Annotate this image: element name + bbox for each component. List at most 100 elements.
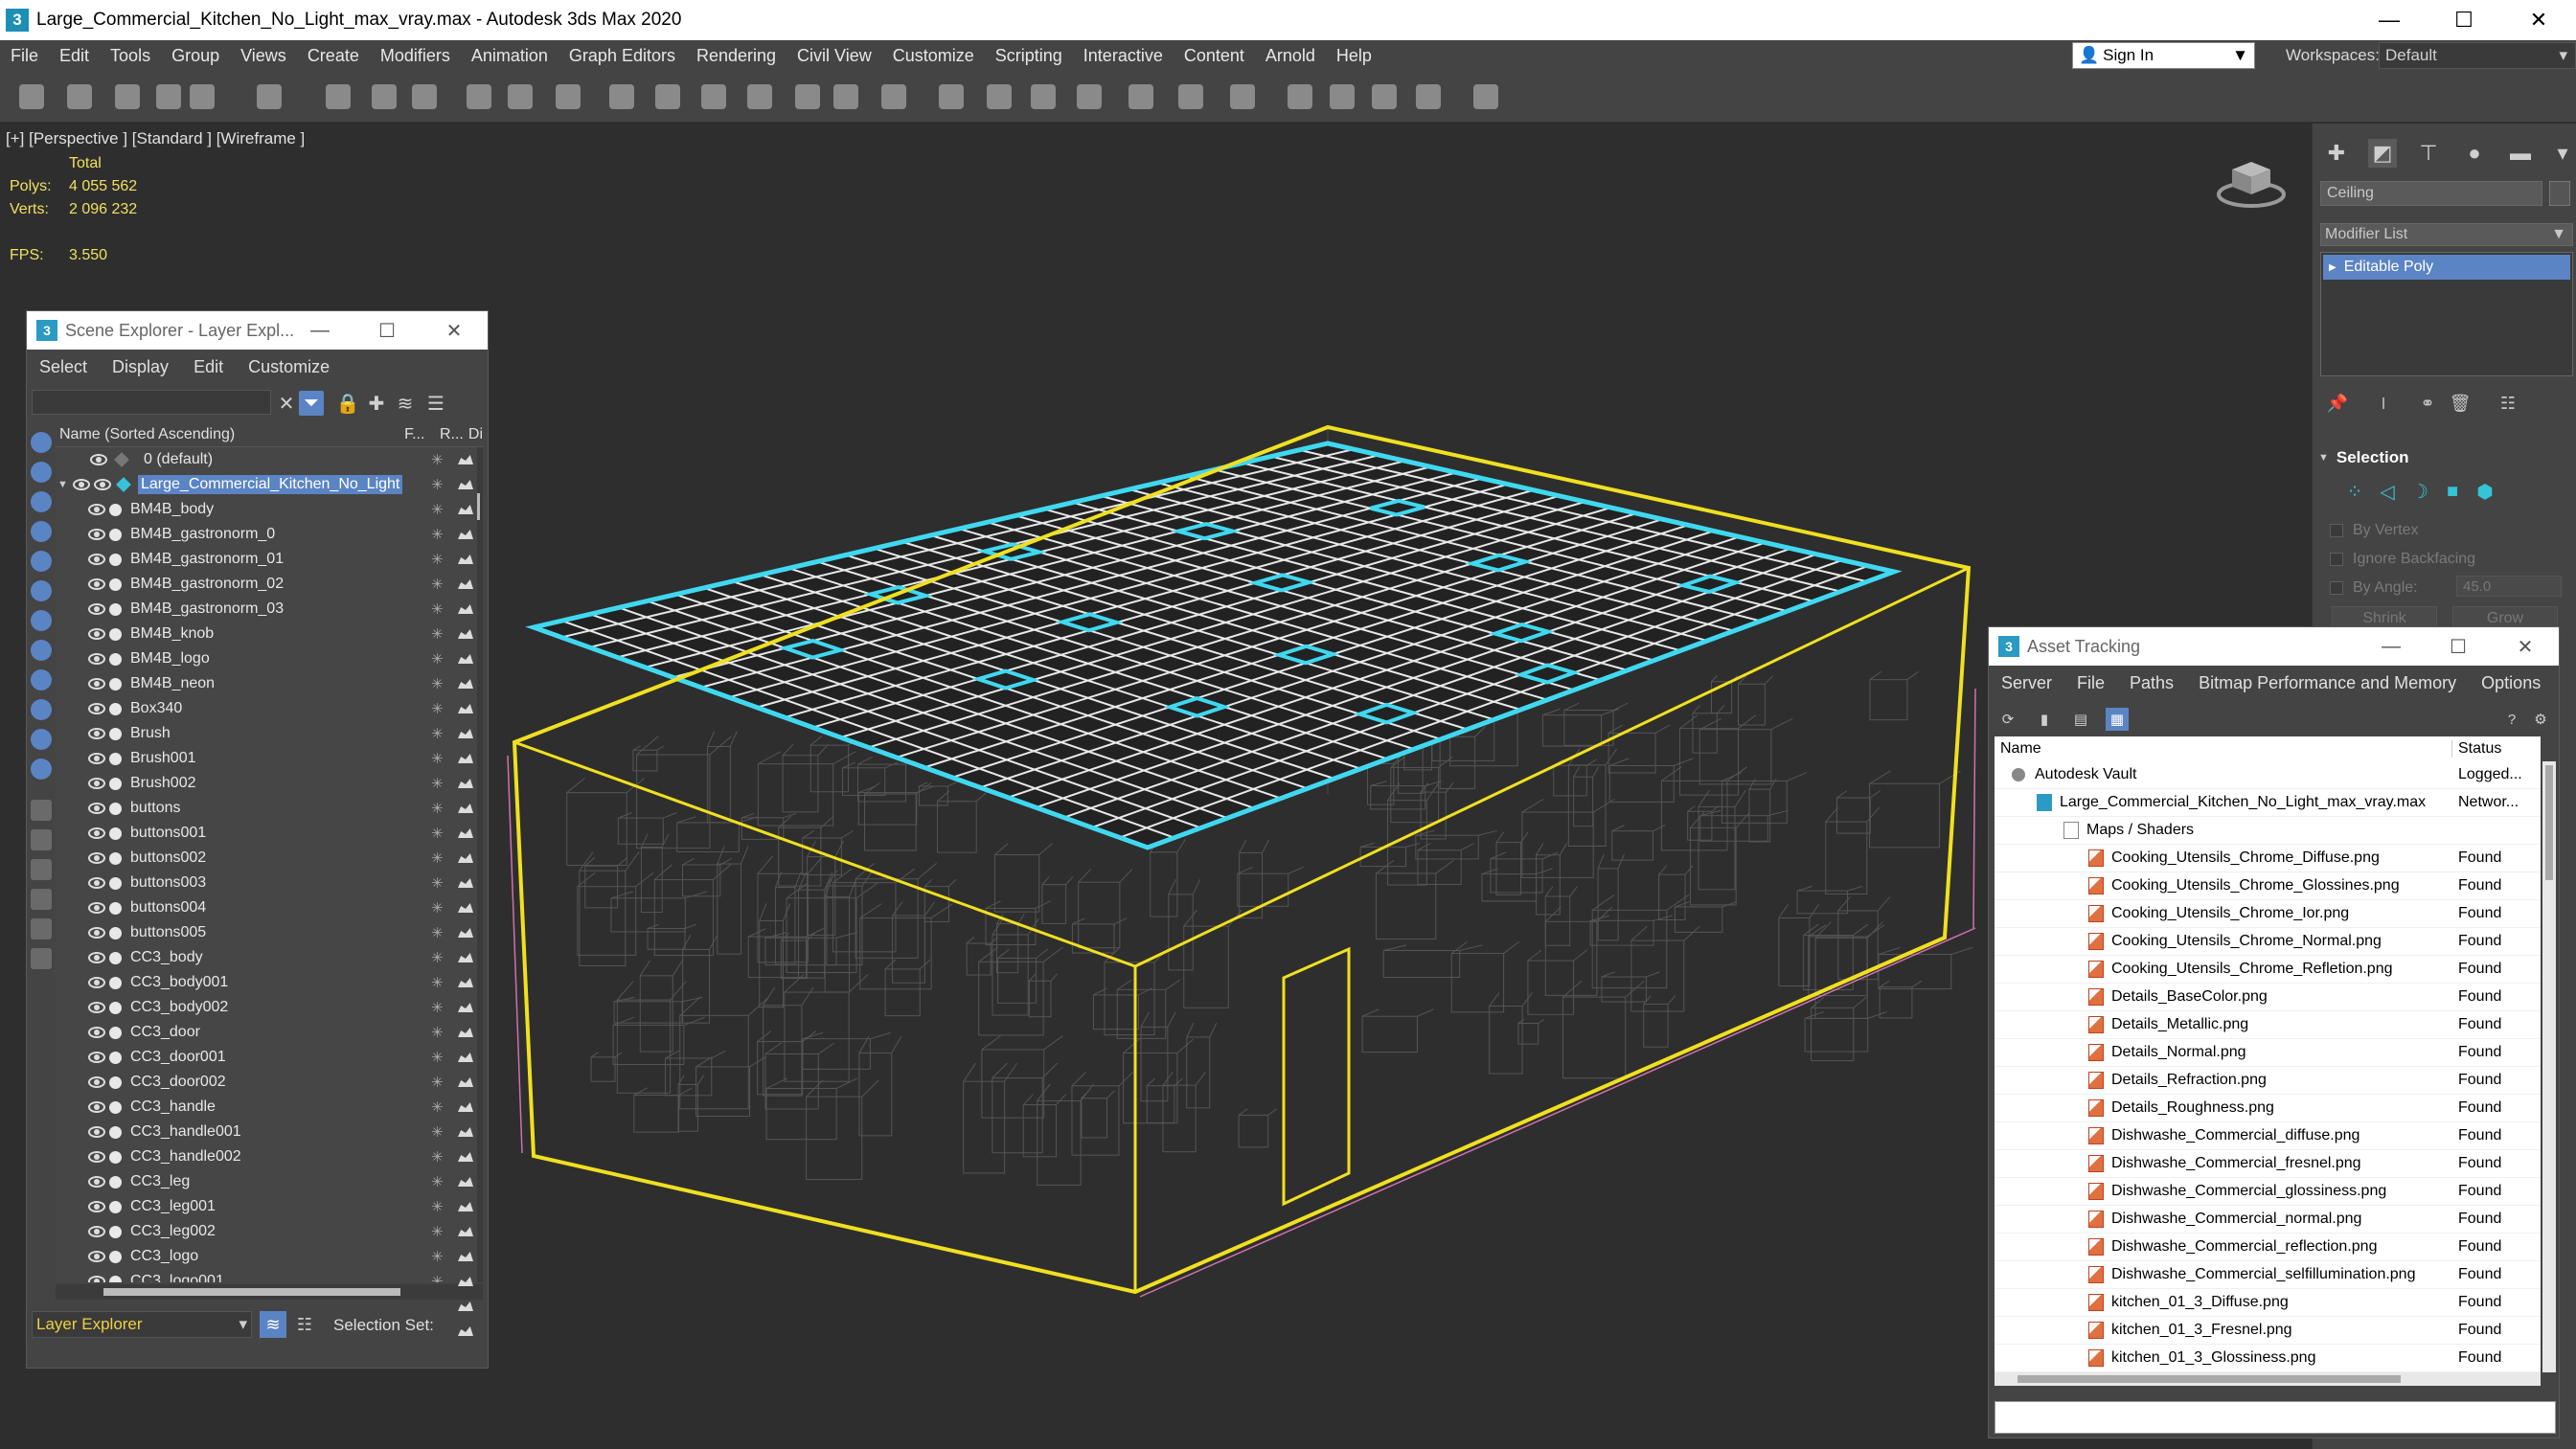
layer-tree-row[interactable]: buttons001 ✳ — [56, 821, 454, 846]
menu-interactive[interactable]: Interactive — [1073, 46, 1174, 66]
menu-arnold[interactable]: Arnold — [1255, 46, 1326, 66]
asset-row[interactable]: kitchen_01_3_Glossiness.png Found — [1995, 1345, 2541, 1372]
border-level-icon[interactable]: ☽ — [2408, 480, 2431, 503]
visibility-eye-icon[interactable] — [88, 1076, 105, 1088]
renderable-toggle-icon[interactable] — [458, 928, 473, 938]
menu-options[interactable]: Options — [2469, 673, 2553, 693]
freeze-toggle-icon[interactable]: ✳ — [431, 1273, 450, 1282]
asset-tracking-titlebar[interactable]: 3 Asset Tracking — ☐ ✕ — [1989, 627, 2559, 666]
layer-tree-row[interactable]: BM4B_neon ✳ — [56, 671, 454, 696]
move-icon[interactable] — [508, 84, 533, 109]
freeze-toggle-icon[interactable]: ✳ — [431, 700, 450, 717]
menu-views[interactable]: Views — [230, 46, 297, 66]
undo-icon[interactable] — [19, 84, 44, 109]
layer-tree-row[interactable]: BM4B_body ✳ — [56, 497, 454, 522]
selection-rollout-header[interactable]: ▼ Selection — [2318, 443, 2571, 472]
asset-row[interactable]: Cooking_Utensils_Chrome_Normal.png Found — [1995, 928, 2541, 956]
freeze-toggle-icon[interactable]: ✳ — [431, 1198, 450, 1215]
menu-animation[interactable]: Animation — [461, 46, 559, 66]
align-icon[interactable] — [1031, 84, 1056, 109]
layer-tree-row[interactable]: ▼ Large_Commercial_Kitchen_No_Light ✳ — [56, 472, 454, 497]
asset-row[interactable]: Details_BaseColor.png Found — [1995, 984, 2541, 1011]
layer-tree-row[interactable]: CC3_leg001 ✳ — [56, 1194, 454, 1219]
freeze-toggle-icon[interactable]: ✳ — [431, 476, 450, 493]
search-input[interactable] — [32, 390, 271, 415]
material-editor-icon[interactable] — [1288, 84, 1312, 109]
renderable-toggle-icon[interactable] — [458, 555, 473, 564]
freeze-toggle-icon[interactable]: ✳ — [431, 625, 450, 643]
renderable-toggle-icon[interactable] — [458, 1177, 473, 1187]
renderable-toggle-icon[interactable] — [458, 978, 473, 987]
percent-snap-icon[interactable] — [833, 84, 858, 109]
freeze-toggle-icon[interactable]: ✳ — [431, 1223, 450, 1240]
make-unique-icon[interactable]: ⚭ — [2416, 392, 2439, 415]
menu-bitmap-performance-and-memory[interactable]: Bitmap Performance and Memory — [2186, 673, 2469, 693]
layer-tree-row[interactable]: CC3_logo ✳ — [56, 1244, 454, 1269]
stack-item-editable-poly[interactable]: ▶ Editable Poly — [2323, 255, 2570, 280]
modifier-list-dropdown[interactable]: Modifier List ▼ — [2320, 223, 2573, 246]
by-angle-checkbox[interactable]: By Angle: — [2330, 576, 2418, 600]
explorer-mode-dropdown[interactable]: Layer Explorer ▾ — [32, 1311, 252, 1338]
column-name-header[interactable]: Name — [1995, 740, 2452, 758]
asset-row[interactable]: Large_Commercial_Kitchen_No_Light_max_vr… — [1995, 789, 2541, 817]
pivot-icon[interactable] — [701, 84, 726, 109]
layer-tree-row[interactable]: Brush002 ✳ — [56, 771, 454, 796]
layer-tree-row[interactable]: Brush001 ✳ — [56, 746, 454, 771]
freeze-toggle-icon[interactable]: ✳ — [431, 675, 450, 692]
object-color-swatch[interactable] — [2549, 181, 2570, 206]
freeze-toggle-icon[interactable]: ✳ — [431, 600, 450, 618]
horizontal-scrollbar[interactable] — [1995, 1372, 2541, 1386]
renderable-toggle-icon[interactable] — [458, 1077, 473, 1087]
freeze-toggle-icon[interactable]: ✳ — [431, 551, 450, 568]
freeze-toggle-icon[interactable]: ✳ — [431, 1049, 450, 1066]
detail-view-icon[interactable]: ▦ — [2106, 708, 2129, 731]
layer-icon[interactable] — [1077, 84, 1102, 109]
menu-customize[interactable]: Customize — [882, 46, 985, 66]
visibility-eye-icon[interactable] — [88, 778, 105, 789]
visibility-eye-icon[interactable] — [88, 1101, 105, 1113]
bind-space-warp-icon[interactable] — [190, 84, 215, 109]
layer-tree-row[interactable]: BM4B_knob ✳ — [56, 622, 454, 646]
geometry-filter-icon[interactable] — [31, 432, 52, 453]
spinner-snap-icon[interactable] — [881, 84, 906, 109]
groups-filter-icon[interactable] — [31, 610, 52, 631]
hidden-filter-icon[interactable] — [31, 758, 52, 780]
renderable-toggle-icon[interactable] — [458, 1102, 473, 1112]
renderable-toggle-icon[interactable] — [458, 779, 473, 788]
layer-tree-row[interactable]: CC3_handle002 ✳ — [56, 1144, 454, 1169]
lights-filter-icon[interactable] — [31, 491, 52, 512]
pin-stack-icon[interactable]: 📌 — [2326, 392, 2349, 415]
visibility-eye-icon[interactable] — [88, 1201, 105, 1212]
menu-content[interactable]: Content — [1174, 46, 1255, 66]
column-d-header[interactable]: Di — [468, 426, 483, 443]
freeze-toggle-icon[interactable]: ✳ — [431, 1098, 450, 1116]
collapse-icon[interactable]: ▼ — [57, 479, 68, 490]
asset-row[interactable]: Maps / Shaders — [1995, 817, 2541, 845]
minimize-button[interactable]: — — [2358, 627, 2425, 666]
layer-tree-row[interactable]: buttons002 ✳ — [56, 846, 454, 871]
unlink-icon[interactable] — [156, 84, 181, 109]
layer-tree-row[interactable]: buttons003 ✳ — [56, 871, 454, 895]
menu-paths[interactable]: Paths — [2117, 673, 2186, 693]
workspace-dropdown[interactable]: Default ▾ — [2379, 42, 2576, 69]
frame-buffer-icon[interactable] — [1372, 84, 1397, 109]
menu-group[interactable]: Group — [161, 46, 230, 66]
freeze-toggle-icon[interactable]: ✳ — [431, 874, 450, 892]
bones-filter-icon[interactable] — [31, 669, 52, 691]
select-by-name-icon[interactable] — [372, 84, 397, 109]
freeze-toggle-icon[interactable]: ✳ — [431, 999, 450, 1016]
lock-icon[interactable]: 🔒 — [335, 391, 360, 416]
scene-explorer-titlebar[interactable]: 3 Scene Explorer - Layer Expl... — ☐ ✕ — [27, 311, 488, 350]
modify-tab-icon[interactable]: ◩ — [2368, 139, 2397, 168]
renderable-toggle-icon[interactable] — [458, 1003, 473, 1012]
visibility-eye-icon[interactable] — [88, 753, 105, 764]
create-tab-icon[interactable]: ✚ — [2322, 139, 2351, 168]
schematic-icon[interactable] — [1230, 84, 1255, 109]
display-all-icon[interactable] — [31, 800, 52, 821]
object-name-field[interactable]: Ceiling — [2320, 181, 2542, 206]
maximize-button[interactable]: ☐ — [2425, 627, 2492, 666]
freeze-toggle-icon[interactable]: ✳ — [431, 1148, 450, 1166]
layer-tree-row[interactable]: CC3_body002 ✳ — [56, 995, 454, 1020]
asset-row[interactable]: Dishwashe_Commercial_diffuse.png Found — [1995, 1122, 2541, 1150]
column-f-header[interactable]: F... — [404, 426, 440, 443]
